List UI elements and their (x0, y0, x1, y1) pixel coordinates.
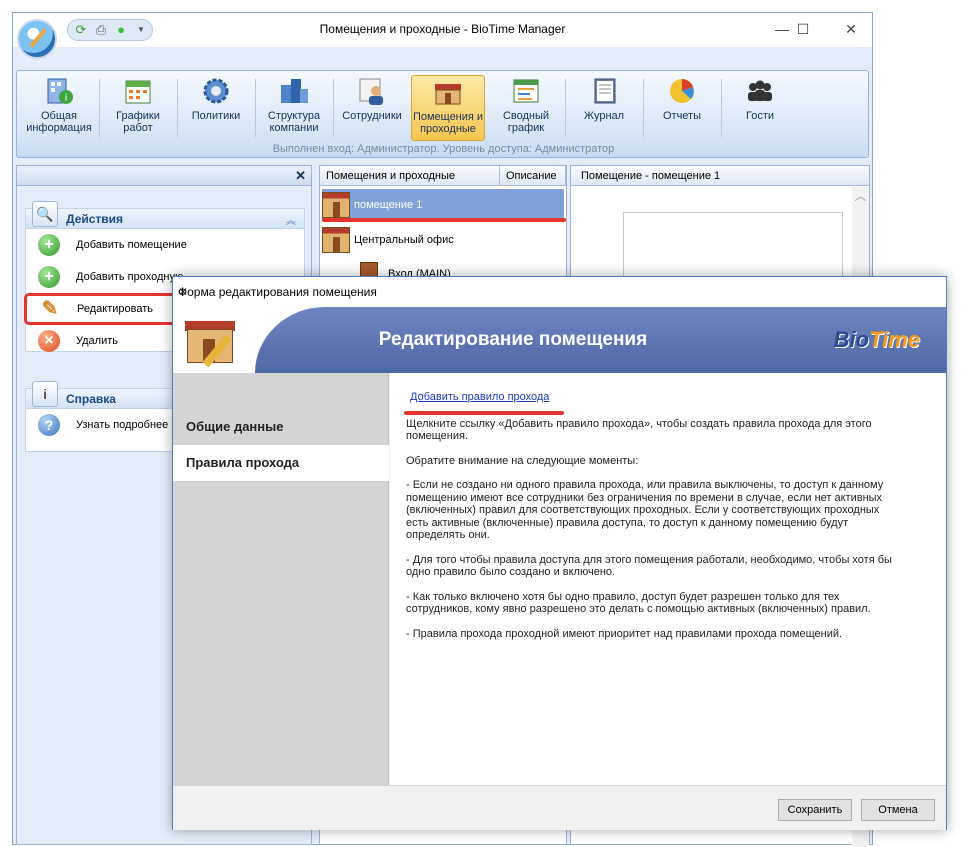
tree-header: Помещения и проходные Описание (320, 166, 566, 186)
employee-icon (359, 78, 383, 105)
nav-general-data[interactable]: Общие данные (173, 409, 389, 445)
maximize-button[interactable]: ☐ (783, 17, 823, 41)
ribbon-label: Помещения и проходные (412, 111, 484, 135)
info-paragraph: Обратите внимание на следующие моменты: (406, 454, 639, 467)
delete-icon: × (38, 330, 60, 352)
ribbon-journal[interactable]: Журнал (567, 75, 641, 141)
chart-icon (513, 79, 539, 103)
dialog-title-bar: Форма редактирования помещения ✕ (173, 277, 946, 307)
ribbon-label: Гости (745, 110, 775, 122)
room-icon (435, 84, 461, 105)
ribbon-employees[interactable]: Сотрудники (335, 75, 409, 141)
calendar-icon (125, 80, 151, 104)
dialog-content: Добавить правило прохода Щелкните ссылку… (390, 373, 946, 785)
action-label: Добавить помещение (76, 239, 187, 251)
column-header-description[interactable]: Описание (500, 166, 566, 185)
highlight-underline (322, 218, 566, 222)
search-icon: 🔍 (32, 201, 58, 227)
pie-icon (670, 79, 694, 103)
add-icon: + (38, 266, 60, 288)
ribbon-label: Сводный график (502, 110, 550, 134)
ribbon-work-schedules[interactable]: Графики работ (101, 75, 175, 141)
title-bar: ⟳ ⎙ ● ▼ Помещения и проходные - BioTime … (13, 13, 872, 47)
ribbon-summary-schedule[interactable]: Сводный график (489, 75, 563, 141)
info-icon: i (32, 381, 58, 407)
room-icon (322, 192, 350, 218)
nav-pass-rules[interactable]: Правила прохода (173, 445, 389, 481)
action-label: Добавить проходную (76, 271, 184, 283)
help-label: Узнать подробнее (76, 419, 169, 431)
collapse-chevron-icon[interactable]: ︽ (286, 212, 296, 227)
scroll-up-icon[interactable]: ︿ (852, 187, 869, 204)
ribbon-label: Структура компании (267, 110, 321, 134)
close-icon[interactable]: ✕ (295, 168, 306, 184)
tree-row-label: Центральный офис (354, 234, 454, 246)
ribbon-general-info[interactable]: i Общая информация (21, 75, 97, 141)
svg-text:i: i (65, 93, 68, 104)
tree-row[interactable]: помещение 1 (322, 189, 564, 221)
action-add-room[interactable]: + Добавить помещение (26, 229, 304, 261)
help-title: Справка (66, 392, 116, 406)
save-button[interactable]: Сохранить (778, 799, 852, 821)
buildings-icon (281, 79, 308, 103)
gear-icon (203, 78, 229, 104)
highlight-underline (404, 411, 564, 415)
add-icon: + (38, 234, 60, 256)
dialog-close-button[interactable]: ✕ (178, 285, 938, 299)
journal-icon (594, 78, 616, 104)
ribbon-policies[interactable]: Политики (179, 75, 253, 141)
close-button[interactable]: ✕ (831, 17, 871, 41)
room-icon (322, 227, 350, 253)
ribbon-guests[interactable]: Гости (723, 75, 797, 141)
cancel-button[interactable]: Отмена (861, 799, 935, 821)
info-paragraph: Щелкните ссылку «Добавить правило проход… (406, 417, 872, 443)
action-label: Удалить (76, 335, 118, 347)
ribbon-label: Общая информация (26, 110, 92, 134)
ribbon-rooms-and-gates[interactable]: Помещения и проходные (411, 75, 485, 141)
info-icon: i (47, 78, 73, 104)
dialog-banner: Редактирование помещения BioTime (173, 307, 946, 373)
app-menu-orb-icon[interactable] (17, 19, 57, 59)
tree-row[interactable]: Центральный офис (322, 224, 454, 256)
biotime-logo-icon: BioTime (833, 327, 920, 352)
info-paragraph: - Если не создано ни одного правила прох… (406, 479, 884, 541)
info-paragraph: - Правила прохода проходной имеют приори… (406, 627, 843, 640)
ribbon-label: Графики работ (116, 110, 160, 134)
dialog-footer: Сохранить Отмена (173, 785, 946, 830)
ribbon-reports[interactable]: Отчеты (645, 75, 719, 141)
guests-icon (748, 80, 772, 101)
details-header: Помещение - помещение 1 (571, 166, 869, 186)
dialog-navigation: Общие данные Правила прохода (173, 373, 389, 785)
ribbon-company-structure[interactable]: Структура компании (257, 75, 331, 141)
ribbon-label: Отчеты (662, 110, 702, 122)
login-status: Выполнен вход: Администратор. Уровень до… (272, 143, 615, 155)
actions-title: Действия (66, 212, 124, 226)
ribbon-label: Политики (191, 110, 241, 122)
help-icon: ? (38, 414, 60, 436)
ribbon-label: Журнал (583, 110, 625, 122)
banner-title: Редактирование помещения (378, 329, 648, 350)
pencil-icon: ✎ (41, 298, 59, 320)
info-paragraph: - Как только включено хотя бы одно прави… (406, 590, 871, 616)
left-panel-header: ✕ (17, 166, 311, 186)
window-title: Помещения и проходные - BioTime Manager (319, 22, 566, 36)
actions-group-header[interactable]: 🔍 Действия ︽ (26, 201, 304, 229)
ribbon: i Общая информация Графики работ Политик… (16, 70, 869, 158)
action-label: Редактировать (77, 303, 153, 315)
info-paragraph: - Для того чтобы правила доступа для это… (406, 553, 892, 579)
ribbon-label: Сотрудники (342, 110, 402, 122)
column-header-name[interactable]: Помещения и проходные (320, 166, 500, 185)
edit-room-dialog: Форма редактирования помещения ✕ Редакти… (172, 276, 947, 830)
tree-row-label: помещение 1 (354, 199, 423, 211)
add-pass-rule-link[interactable]: Добавить правило прохода (410, 391, 549, 404)
